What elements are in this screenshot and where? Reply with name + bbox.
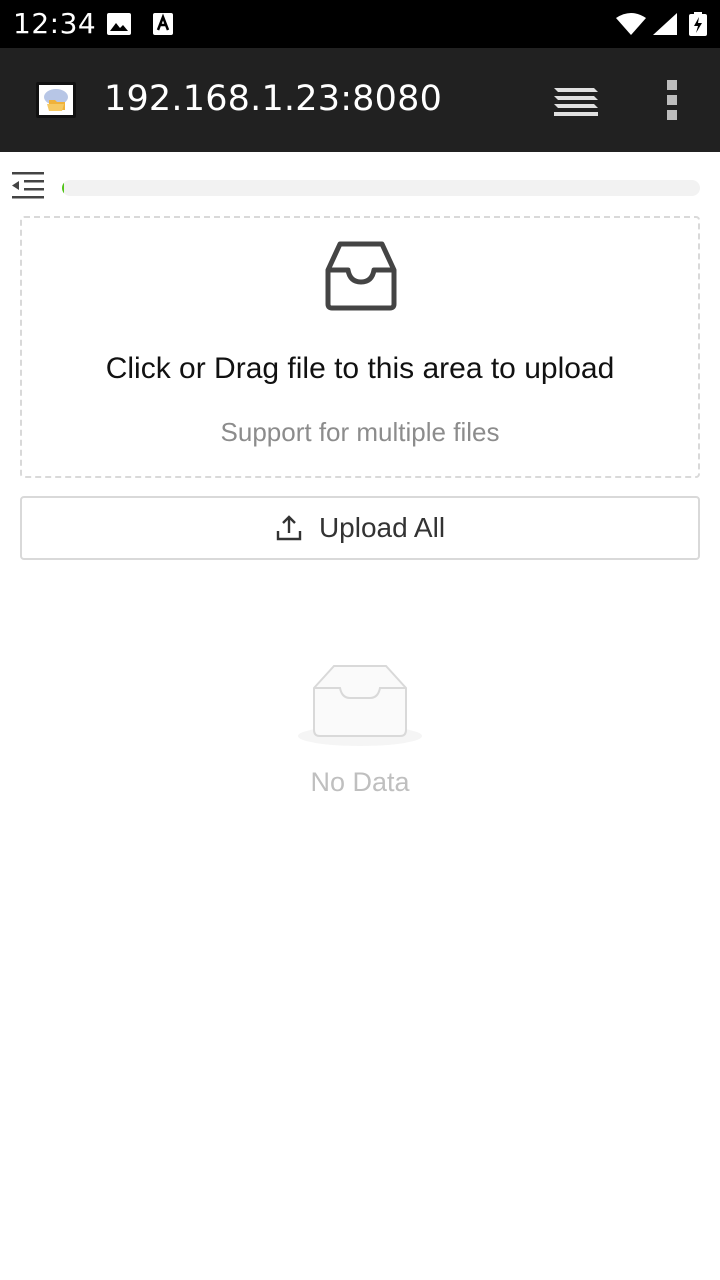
menu-collapse-icon[interactable] xyxy=(8,166,48,204)
dropzone-text: Click or Drag file to this area to uploa… xyxy=(105,352,615,385)
status-bar: 12:34 xyxy=(0,0,720,48)
app-bar: 192.168.1.23:8080 xyxy=(0,48,720,152)
inbox-icon xyxy=(325,241,397,311)
upload-dropzone[interactable]: Click or Drag file to this area to uploa… xyxy=(20,216,700,478)
battery-charging-icon xyxy=(689,12,707,36)
empty-state-text: No Data xyxy=(310,767,410,797)
dropzone-hint: Support for multiple files xyxy=(220,417,500,447)
layers-icon[interactable] xyxy=(548,78,604,122)
upload-progress-fill xyxy=(62,180,64,196)
more-vertical-icon[interactable] xyxy=(656,76,688,124)
upload-all-button[interactable]: Upload All xyxy=(20,496,700,560)
empty-box-icon xyxy=(298,665,422,746)
font-icon xyxy=(153,13,173,35)
image-icon xyxy=(107,13,131,35)
page-url-title: 192.168.1.23:8080 xyxy=(104,79,443,119)
wifi-icon xyxy=(616,13,646,35)
cloud-folder-icon xyxy=(36,82,76,118)
upload-all-label: Upload All xyxy=(318,512,446,543)
upload-icon xyxy=(276,515,302,541)
signal-icon xyxy=(653,13,677,35)
status-time: 12:34 xyxy=(13,7,97,40)
upload-progress-bar xyxy=(62,180,700,196)
